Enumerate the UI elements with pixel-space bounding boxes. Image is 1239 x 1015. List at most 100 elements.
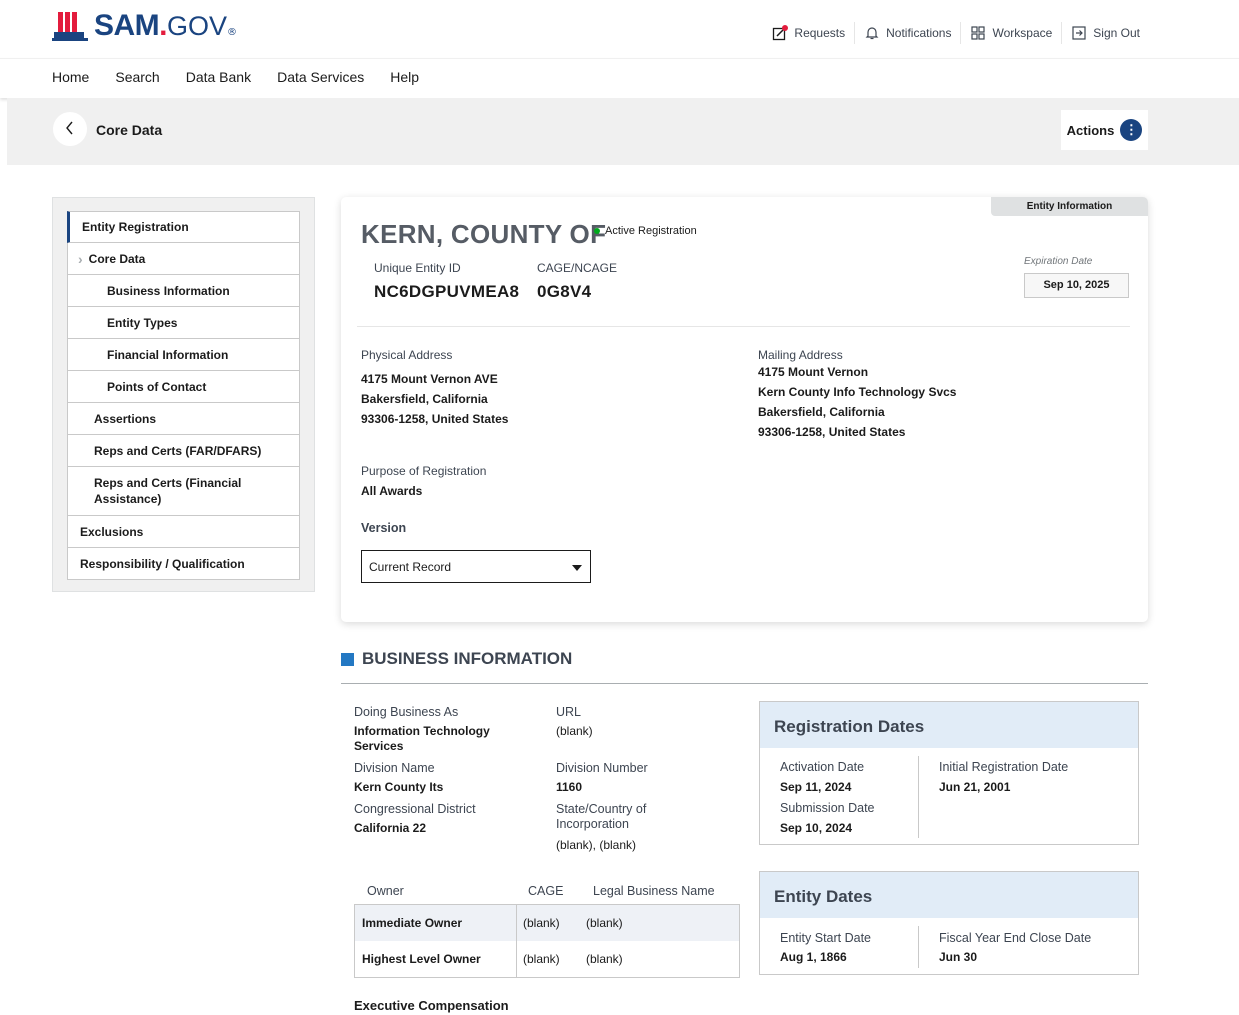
- entity-information-tab: Entity Information: [991, 197, 1148, 216]
- url-value: (blank): [556, 724, 593, 738]
- sidebar-item-reps-certs-far[interactable]: Reps and Certs (FAR/DFARS): [67, 435, 300, 467]
- logo-registered-mark: ®: [227, 27, 238, 38]
- submission-date-value: Sep 10, 2024: [780, 821, 853, 835]
- chevron-right-icon: ›: [78, 250, 83, 267]
- more-vertical-icon: ⋮: [1120, 119, 1143, 141]
- address-line: 4175 Mount Vernon AVE: [361, 372, 498, 386]
- sidebar-item-entity-types[interactable]: Entity Types: [67, 307, 300, 339]
- utility-nav: Requests Notifications Workspace Sign Ou…: [763, 22, 1149, 44]
- submission-date-label: Submission Date: [780, 801, 875, 815]
- uei-value: NC6DGPUVMEA8: [374, 282, 520, 301]
- sidebar-item-exclusions[interactable]: Exclusions: [67, 516, 300, 548]
- page-title: Core Data: [96, 122, 163, 138]
- logo-dot: .: [159, 9, 168, 42]
- column-divider: [918, 926, 919, 968]
- url-label: URL: [556, 705, 582, 719]
- sidebar-item-reps-certs-financial[interactable]: Reps and Certs (Financial Assistance): [67, 467, 300, 516]
- activation-date-label: Activation Date: [780, 760, 865, 774]
- cage-column-header: CAGE: [528, 884, 564, 898]
- sidebar-item-label: Reps and Certs (FAR/DFARS): [94, 443, 262, 458]
- fiscal-year-end-value: Jun 30: [939, 950, 978, 964]
- division-number-label: Division Number: [556, 761, 648, 775]
- sidebar-item-business-information[interactable]: Business Information: [67, 275, 300, 307]
- legal-name-cell: (blank): [586, 952, 623, 966]
- expiration-date: Sep 10, 2025: [1024, 273, 1129, 298]
- state-incorporation-label: State/Country of Incorporation: [556, 802, 647, 831]
- actions-label: Actions: [1066, 122, 1115, 138]
- version-select-value: Current Record: [369, 560, 452, 574]
- executive-compensation-heading: Executive Compensation: [354, 998, 509, 1013]
- divider: [357, 326, 1130, 327]
- address-line: Bakersfield, California: [758, 405, 885, 419]
- division-name-label: Division Name: [354, 761, 435, 775]
- physical-address: 4175 Mount Vernon AVE Bakersfield, Calif…: [361, 369, 508, 429]
- sidebar-item-core-data[interactable]: › Core Data: [67, 243, 300, 275]
- notifications-link[interactable]: Notifications: [855, 22, 962, 44]
- entity-start-date-label: Entity Start Date: [780, 931, 872, 945]
- grid-icon: [970, 25, 986, 41]
- section-marker-icon: [341, 652, 354, 666]
- page-subheader: Core Data Actions ⋮: [7, 98, 1239, 165]
- sam-gov-logo[interactable]: SAM. GOV ®: [52, 6, 237, 42]
- sidebar-item-entity-registration[interactable]: Entity Registration: [67, 211, 300, 243]
- business-information-heading: BUSINESS INFORMATION: [341, 649, 572, 669]
- logo-sam-text: SAM: [94, 9, 160, 42]
- entity-dates-title: Entity Dates: [760, 872, 1138, 918]
- requests-label: Requests: [794, 26, 846, 40]
- main-nav: Home Search Data Bank Data Services Help: [0, 58, 1239, 98]
- bell-icon: [864, 25, 880, 41]
- mailing-address-label: Mailing Address: [758, 348, 843, 362]
- entity-dates-panel: Entity Dates Entity Start Date Aug 1, 18…: [759, 871, 1139, 975]
- back-button[interactable]: [53, 112, 87, 146]
- sidebar-item-label: Financial Information: [107, 347, 229, 362]
- state-incorporation-value: (blank), (blank): [556, 838, 637, 852]
- fiscal-year-end-label: Fiscal Year End Close Date: [939, 931, 1092, 945]
- dba-label: Doing Business As: [354, 705, 459, 719]
- requests-link[interactable]: Requests: [763, 22, 856, 44]
- cage-value: 0G8V4: [537, 282, 592, 301]
- column-divider: [516, 905, 517, 977]
- address-line: 4175 Mount Vernon: [758, 365, 869, 379]
- legal-name-column-header: Legal Business Name: [593, 884, 715, 898]
- purpose-value: All Awards: [361, 484, 423, 498]
- uncle-sam-hat-icon: [52, 10, 88, 42]
- sidebar-item-label: Points of Contact: [107, 379, 207, 394]
- sign-out-label: Sign Out: [1093, 26, 1140, 40]
- version-select[interactable]: Current Record: [361, 550, 591, 583]
- version-label: Version: [361, 521, 407, 535]
- owner-cell: Immediate Owner: [362, 916, 463, 930]
- sign-out-link[interactable]: Sign Out: [1062, 22, 1149, 44]
- owner-column-header: Owner: [367, 884, 404, 898]
- sidebar-item-points-of-contact[interactable]: Points of Contact: [67, 371, 300, 403]
- sidebar-item-assertions[interactable]: Assertions: [67, 403, 300, 435]
- sidebar-item-label: Core Data: [88, 251, 146, 266]
- sidebar-item-financial-information[interactable]: Financial Information: [67, 339, 300, 371]
- table-row: Highest Level Owner (blank) (blank): [355, 941, 739, 977]
- expiration-label: Expiration Date: [1024, 256, 1093, 267]
- notifications-label: Notifications: [886, 26, 952, 40]
- nav-data-services[interactable]: Data Services: [277, 69, 364, 85]
- registration-dates-title: Registration Dates: [760, 702, 1138, 748]
- sidebar-item-responsibility[interactable]: Responsibility / Qualification: [67, 548, 300, 580]
- table-row: Immediate Owner (blank) (blank): [355, 905, 739, 941]
- activation-date-value: Sep 11, 2024: [780, 780, 852, 794]
- nav-home[interactable]: Home: [52, 69, 89, 85]
- sidebar-item-label: Exclusions: [80, 524, 144, 539]
- nav-search[interactable]: Search: [115, 69, 159, 85]
- owner-cell: Highest Level Owner: [362, 952, 481, 966]
- workspace-link[interactable]: Workspace: [961, 22, 1063, 44]
- logo-gov-text: GOV: [167, 11, 228, 41]
- entity-card: Entity Information KERN, COUNTY OF Activ…: [341, 197, 1148, 622]
- nav-help[interactable]: Help: [390, 69, 419, 85]
- mailing-address: 4175 Mount Vernon Kern County Info Techn…: [758, 362, 956, 442]
- edit-request-icon: [772, 25, 789, 41]
- caret-down-icon: [572, 565, 582, 571]
- sidebar-item-label: Entity Types: [107, 315, 178, 330]
- actions-button[interactable]: Actions ⋮: [1061, 110, 1148, 150]
- nav-data-bank[interactable]: Data Bank: [186, 69, 251, 85]
- sign-out-icon: [1071, 25, 1087, 41]
- cage-label: CAGE/NCAGE: [537, 261, 618, 275]
- sidebar-item-label: Reps and Certs (Financial Assistance): [94, 476, 242, 506]
- congressional-district-label: Congressional District: [354, 802, 476, 816]
- division-name-value: Kern County Its: [354, 780, 444, 794]
